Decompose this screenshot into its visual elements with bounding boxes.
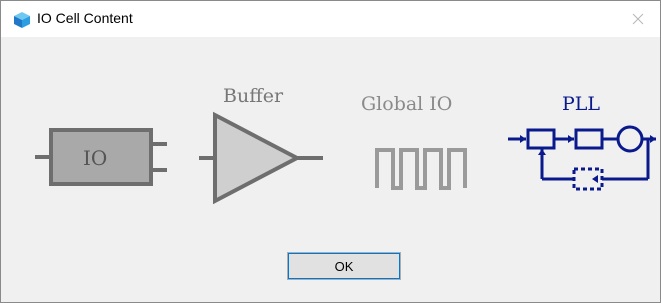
title-bar: IO Cell Content bbox=[1, 1, 660, 37]
close-button[interactable] bbox=[616, 1, 660, 37]
window-title: IO Cell Content bbox=[37, 10, 133, 26]
dialog-content: IO Buffer Global IO PLL OK bbox=[1, 37, 660, 302]
global-io-label: Global IO bbox=[361, 93, 453, 115]
buffer-label: Buffer bbox=[223, 85, 284, 107]
square-wave-icon bbox=[375, 148, 471, 190]
cube-icon bbox=[13, 11, 31, 29]
io-label: IO bbox=[83, 146, 108, 170]
buffer-triangle-icon bbox=[197, 111, 327, 205]
pll-label: PLL bbox=[562, 93, 601, 115]
dialog-window: IO Cell Content IO Buffer Global IO PLL … bbox=[0, 0, 661, 303]
close-icon bbox=[632, 13, 644, 25]
ok-button[interactable]: OK bbox=[287, 252, 401, 280]
io-cell-icon: IO bbox=[33, 127, 173, 187]
pll-loop-icon bbox=[506, 123, 658, 195]
